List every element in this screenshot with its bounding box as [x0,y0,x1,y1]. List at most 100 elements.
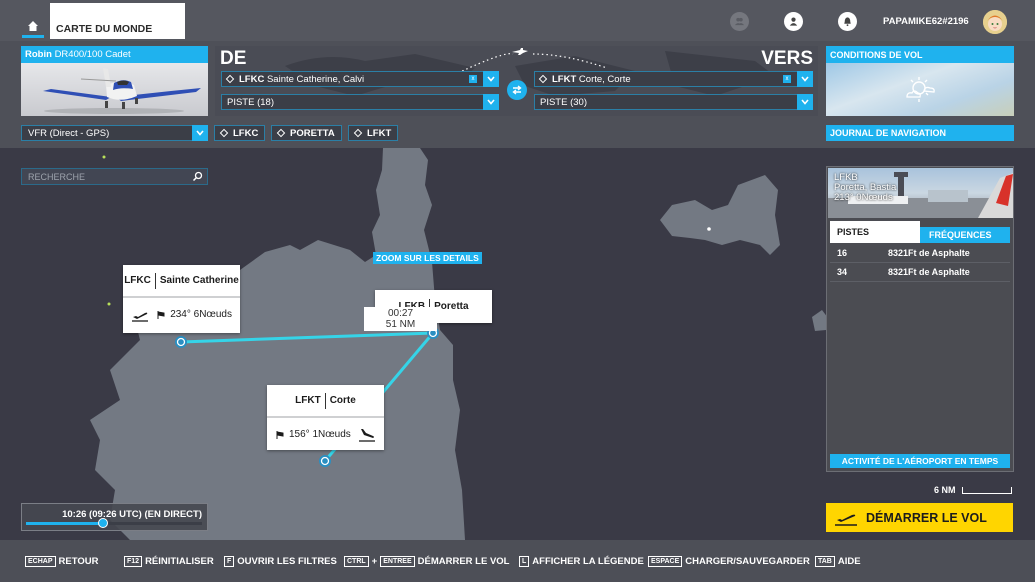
departure-runway-dropdown-button[interactable] [483,94,499,110]
keycap: F12 [124,556,143,567]
tab-runways[interactable]: PISTES [830,221,920,243]
windsock-icon [157,310,165,319]
hint-label: RETOUR [58,556,99,567]
arrival-runway-dropdown-button[interactable] [797,94,813,110]
notification-bell-icon [844,17,851,27]
keycap: TAB [815,556,835,567]
arrival-dropdown-button[interactable] [797,71,813,87]
arrival-airport-field[interactable]: LFKT Corte, Corte x [534,71,813,87]
username[interactable]: PAPAMIKE62#2196 [883,16,969,27]
search-input[interactable]: RECHERCHE [21,168,208,185]
swap-route-button[interactable] [507,80,527,100]
aircraft-selector[interactable]: Robin DR400/100 Cadet [21,46,208,116]
chevron-down-icon [196,130,204,136]
flight-conditions-card[interactable]: CONDITIONS DE VOL [826,46,1014,116]
popup-name: Sainte Catherine [159,275,239,286]
clear-arrival-button[interactable]: x [783,75,791,83]
hint-charger-sauvegarder[interactable]: ESPACE CHARGER/SAUVEGARDER [648,556,810,567]
windsock-icon [276,430,284,439]
popup-code: LFKC [124,275,151,286]
profile-icon [789,17,798,26]
time-label: 10:26 (09:26 UTC) (EN DIRECT) [62,509,202,520]
hint-label: OUVRIR LES FILTRES [237,556,337,567]
tab-world-map[interactable]: CARTE DU MONDE [50,3,185,39]
hint-label: DÉMARRER LE VOL [417,556,510,567]
waypoint-diamond-icon [353,128,363,138]
navigation-type-dropdown-button[interactable] [192,125,208,141]
navigation-log-button[interactable]: JOURNAL DE NAVIGATION [826,125,1014,141]
time-slider-fill [26,522,104,525]
airport-activity-button[interactable]: ACTIVITÉ DE L'AÉROPORT EN TEMPS [830,454,1010,468]
departure-runway-field[interactable]: PISTE (18) [221,94,499,110]
start-flight-button[interactable]: DÉMARRER LE VOL [826,503,1013,532]
clear-departure-button[interactable]: x [469,75,477,83]
from-label: DE [220,48,247,69]
notifications-button[interactable] [838,12,857,31]
avatar-face-icon [983,10,1007,34]
zoom-details-button[interactable]: ZOOM SUR LES DETAILS [373,252,482,264]
aircraft-image [21,63,208,116]
departure-code: LFKC [239,73,265,85]
hint-aide[interactable]: TAB AIDE [815,556,861,567]
profile-button[interactable] [784,12,803,31]
navigation-type-dropdown[interactable]: VFR (Direct - GPS) [21,125,208,141]
world-map-screen: CARTE DU MONDE PAPAMIKE62#2196 Robin DR4… [0,0,1035,582]
friends-icon [734,17,745,26]
waypoint-chip[interactable]: PORETTA [271,125,342,141]
chevron-down-icon [801,76,809,82]
hint-label: AIDE [837,556,861,567]
departure-airport-field[interactable]: LFKC Sainte Catherine, Calvi x [221,71,499,87]
chevron-down-icon [801,99,809,105]
chevron-down-icon [487,99,495,105]
hint-d-marrer-le-vol[interactable]: CTRL + ENTREE DÉMARRER LE VOL [344,556,509,567]
hint-label: CHARGER/SAUVEGARDER [685,556,810,567]
weather-preview [826,63,1014,116]
keycap: ECHAP [25,556,56,567]
partly-cloudy-icon [906,76,935,102]
airplane-icon [512,48,528,55]
hint-ouvrir-les-filtres[interactable]: F OUVRIR LES FILTRES [224,556,337,567]
airport-photo: LFKB Poretta, Bastia 213° 0Nœuds [828,168,1013,218]
airport-diamond-icon [225,74,235,84]
waypoint-node-lfkc[interactable] [175,336,187,348]
friends-button[interactable] [730,12,749,31]
flight-conditions-title: CONDITIONS DE VOL [826,46,1014,63]
arrival-runway-field[interactable]: PISTE (30) [534,94,813,110]
navigation-type-value: VFR (Direct - GPS) [28,128,110,139]
hint-afficher-la-l-gende[interactable]: L AFFICHER LA LÉGENDE [519,556,644,567]
arrival-code: LFKT [552,73,577,85]
hint-r-initialiser[interactable]: F12 RÉINITIALISER [124,556,214,567]
airplane-illustration-icon [43,68,201,114]
keycap: ENTREE [380,556,415,567]
leg-info-label: 00:27 51 NM [364,307,437,331]
to-label: VERS [761,48,813,69]
landing-icon [359,428,375,442]
departure-dropdown-button[interactable] [483,71,499,87]
waypoint-chip[interactable]: LFKT [348,125,399,141]
waypoint-chip[interactable]: LFKC [214,125,266,141]
hint-retour[interactable]: ECHAP RETOUR [25,556,98,567]
tab-frequencies[interactable]: FRÉQUENCES [920,227,1010,243]
search-placeholder: RECHERCHE [28,172,86,182]
airport-popup-lfkt[interactable]: LFKT Corte 156° 1Nœuds [267,385,384,450]
runway-row: 16 8321Ft de Asphalte [830,244,1010,263]
takeoff-icon [132,312,148,322]
island-marker [707,227,711,231]
info-airport-wind: 213° 0Nœuds [834,192,893,203]
map-scale-bar [962,487,1012,494]
chevron-down-icon [487,76,495,82]
swap-arrows-icon [512,85,522,95]
runway-row: 34 8321Ft de Asphalte [830,263,1010,282]
time-slider-thumb[interactable] [98,518,109,528]
keycap: F [224,556,235,567]
search-icon[interactable] [192,171,203,182]
waypoint-diamond-icon [219,128,229,138]
arrival-name: Corte, Corte [578,73,631,85]
avatar[interactable] [983,10,1007,34]
home-tab-indicator [22,35,44,38]
airport-popup-lfkc[interactable]: LFKC Sainte Catherine 234° 6Nœuds [123,265,240,333]
waypoint-node-lfkt[interactable] [319,455,331,467]
hint-label: AFFICHER LA LÉGENDE [532,556,644,567]
keycap: L [519,556,530,567]
time-slider[interactable] [26,518,202,528]
